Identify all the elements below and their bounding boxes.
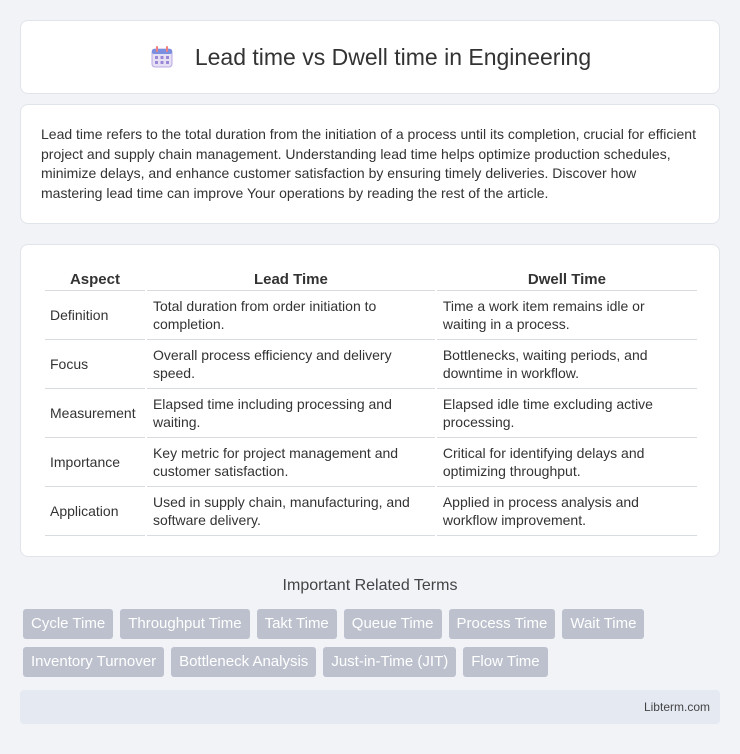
cell-dwell-time: Elapsed idle time excluding active proce… — [436, 389, 697, 438]
header-lead-time: Lead Time — [146, 265, 435, 291]
cell-aspect: Definition — [45, 291, 145, 340]
cell-lead-time: Overall process efficiency and delivery … — [146, 340, 435, 389]
comparison-card: Aspect Lead Time Dwell Time Definition T… — [20, 244, 720, 557]
tag-takt-time[interactable]: Takt Time — [256, 609, 337, 639]
table-row: Definition Total duration from order ini… — [45, 291, 697, 340]
related-terms-title: Important Related Terms — [282, 577, 458, 594]
title-card: Lead time vs Dwell time in Engineering — [20, 20, 720, 94]
cell-aspect: Application — [45, 487, 145, 536]
cell-dwell-time: Critical for identifying delays and opti… — [436, 438, 697, 487]
tag-queue-time[interactable]: Queue Time — [343, 609, 442, 639]
page-title: Lead time vs Dwell time in Engineering — [194, 43, 592, 70]
calendar-icon — [149, 44, 175, 70]
table-row: Importance Key metric for project manage… — [45, 438, 697, 487]
tag-bottleneck-analysis[interactable]: Bottleneck Analysis — [171, 647, 317, 677]
footer: Libterm.com — [20, 690, 720, 724]
tag-wait-time[interactable]: Wait Time — [562, 609, 645, 639]
cell-dwell-time: Applied in process analysis and workflow… — [436, 487, 697, 536]
header-dwell-time: Dwell Time — [436, 265, 697, 291]
cell-aspect: Importance — [45, 438, 145, 487]
cell-dwell-time: Bottlenecks, waiting periods, and downti… — [436, 340, 697, 389]
table-row: Focus Overall process efficiency and del… — [45, 340, 697, 389]
cell-lead-time: Key metric for project management and cu… — [146, 438, 435, 487]
intro-text: Lead time refers to the total duration f… — [41, 126, 696, 201]
tag-cycle-time[interactable]: Cycle Time — [23, 609, 114, 639]
cell-aspect: Focus — [45, 340, 145, 389]
related-terms-list: Cycle Time Throughput Time Takt Time Que… — [23, 609, 703, 677]
comparison-table: Aspect Lead Time Dwell Time Definition T… — [43, 265, 699, 536]
intro-card: Lead time refers to the total duration f… — [20, 104, 720, 224]
tag-process-time[interactable]: Process Time — [448, 609, 556, 639]
table-row: Measurement Elapsed time including proce… — [45, 389, 697, 438]
cell-aspect: Measurement — [45, 389, 145, 438]
tag-just-in-time[interactable]: Just-in-Time (JIT) — [323, 647, 457, 677]
cell-lead-time: Elapsed time including processing and wa… — [146, 389, 435, 438]
footer-site-link[interactable]: Libterm.com — [644, 700, 710, 714]
cell-dwell-time: Time a work item remains idle or waiting… — [436, 291, 697, 340]
tag-inventory-turnover[interactable]: Inventory Turnover — [23, 647, 165, 677]
table-row: Application Used in supply chain, manufa… — [45, 487, 697, 536]
header-aspect: Aspect — [45, 265, 145, 291]
cell-lead-time: Used in supply chain, manufacturing, and… — [146, 487, 435, 536]
tag-throughput-time[interactable]: Throughput Time — [120, 609, 250, 639]
table-header-row: Aspect Lead Time Dwell Time — [45, 265, 697, 291]
cell-lead-time: Total duration from order initiation to … — [146, 291, 435, 340]
tag-flow-time[interactable]: Flow Time — [463, 647, 548, 677]
